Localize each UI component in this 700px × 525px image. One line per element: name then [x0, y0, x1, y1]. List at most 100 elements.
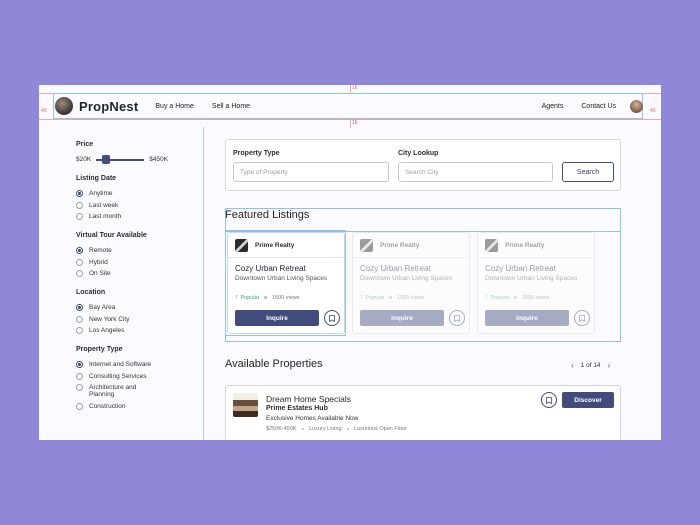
- popular-badge: Popular: [490, 294, 510, 301]
- radio-option[interactable]: Remote: [76, 247, 203, 254]
- radio-label: Architecture and Planning: [89, 384, 137, 398]
- radio-button[interactable]: [76, 213, 83, 220]
- page-indicator: 1 of 14: [580, 362, 601, 369]
- radio-button[interactable]: [76, 315, 83, 323]
- guide-bottom-gap: 16: [352, 120, 358, 126]
- price-slider[interactable]: [96, 154, 145, 164]
- property-type-title: Property Type: [76, 346, 123, 353]
- price-range: $20K $450K: [76, 154, 203, 164]
- card-title: Cozy Urban Retreat: [485, 264, 556, 273]
- radio-option[interactable]: Last week: [76, 201, 203, 209]
- chevron-left-icon[interactable]: ‹: [571, 361, 574, 370]
- card-title: Cozy Urban Retreat: [360, 264, 431, 273]
- radio-button[interactable]: [76, 201, 83, 209]
- radio-button[interactable]: [76, 361, 83, 368]
- price-range-tag: $250K-450K: [266, 426, 297, 432]
- radio-label: Consulting Services: [89, 372, 147, 380]
- bookmark-icon[interactable]: [574, 310, 590, 326]
- radio-button[interactable]: [76, 258, 83, 266]
- radio-option[interactable]: On Site: [76, 270, 203, 277]
- nav-buy-home[interactable]: Buy a Home: [155, 103, 194, 110]
- avatar-icon[interactable]: [630, 99, 643, 113]
- guide-tick-bottom: [350, 119, 351, 128]
- radio-option[interactable]: Internet and Software: [76, 361, 203, 368]
- radio-label: Los Angeles: [89, 327, 125, 334]
- feature-tag: Luxury Living: [309, 426, 342, 432]
- bookmark-icon[interactable]: [324, 310, 340, 326]
- guide-tick-top: [350, 85, 351, 93]
- bookmark-icon[interactable]: [449, 310, 465, 326]
- radio-label: Hybrid: [89, 258, 108, 266]
- radio-button[interactable]: [76, 402, 83, 410]
- arrow-up-icon: ↑: [485, 294, 489, 301]
- card-meta: ↑ Popular 1500 views: [485, 294, 550, 301]
- company-logo-icon: [485, 239, 498, 252]
- radio-option[interactable]: Bay Area: [76, 304, 203, 311]
- company-logo-icon: [360, 239, 373, 252]
- radio-button[interactable]: [76, 247, 83, 254]
- radio-option[interactable]: Architecture and Planning: [76, 384, 203, 398]
- inquire-button[interactable]: Inquire: [235, 310, 319, 326]
- radio-option[interactable]: Hybrid: [76, 258, 203, 266]
- radio-option[interactable]: Consulting Services: [76, 372, 203, 380]
- dot-separator: [301, 427, 305, 431]
- feature-tag: Luxurious Open Floor: [354, 426, 407, 432]
- radio-label: On Site: [89, 270, 111, 277]
- property-listing: Dream Home Specials Prime Estates Hub Ex…: [225, 385, 621, 440]
- radio-option[interactable]: Last month: [76, 213, 203, 220]
- radio-button[interactable]: [76, 372, 83, 380]
- listing-company: Prime Estates Hub: [266, 405, 328, 412]
- radio-option[interactable]: Anytime: [76, 190, 203, 197]
- card-subtitle: Downtown Urban Living Spaces: [485, 275, 578, 282]
- featured-card: Prime Realty Cozy Urban Retreat Downtown…: [227, 232, 345, 334]
- radio-button[interactable]: [76, 384, 83, 391]
- price-slider-handle[interactable]: [102, 154, 111, 164]
- radio-button[interactable]: [76, 270, 83, 277]
- view-count: 1500 views: [271, 294, 300, 301]
- property-type-label: Property Type: [233, 150, 280, 157]
- radio-option[interactable]: Construction: [76, 402, 203, 410]
- property-thumbnail: [233, 393, 258, 417]
- nav-contact-us[interactable]: Contact Us: [581, 103, 616, 110]
- card-subtitle: Downtown Urban Living Spaces: [235, 275, 328, 282]
- inquire-button[interactable]: Inquire: [360, 310, 444, 326]
- nav-agents[interactable]: Agents: [542, 103, 564, 110]
- radio-button[interactable]: [76, 304, 83, 311]
- bookmark-icon[interactable]: [541, 392, 557, 408]
- dot-separator: [346, 427, 350, 431]
- search-button[interactable]: Search: [562, 162, 614, 182]
- featured-title: Featured Listings: [225, 209, 310, 221]
- chevron-right-icon[interactable]: ›: [608, 361, 611, 370]
- popular-badge: Popular: [240, 294, 260, 301]
- inquire-button[interactable]: Inquire: [485, 310, 569, 326]
- discover-button[interactable]: Discover: [562, 392, 614, 408]
- price-min: $20K: [76, 156, 92, 163]
- view-count: 1500 views: [396, 294, 425, 301]
- radio-label: Last month: [89, 213, 122, 220]
- divider: [353, 257, 469, 258]
- app-frame: 16 16 40 40 PropNest Buy a Home Sell a H…: [39, 85, 661, 440]
- listing-title: Dream Home Specials: [266, 394, 352, 404]
- radio-label: Remote: [89, 247, 112, 254]
- brand-name[interactable]: PropNest: [79, 99, 138, 114]
- guide-right-gap: 40: [650, 108, 656, 114]
- radio-option[interactable]: Los Angeles: [76, 327, 203, 334]
- search-panel: Property Type Type of Property City Look…: [225, 139, 621, 191]
- nav-sell-home[interactable]: Sell a Home: [212, 103, 250, 110]
- radio-option[interactable]: New York City: [76, 315, 203, 323]
- radio-label: Last week: [89, 201, 119, 209]
- listing-meta: $250K-450K Luxury Living Luxurious Open …: [266, 426, 407, 432]
- top-navbar: PropNest Buy a Home Sell a Home Agents C…: [53, 93, 643, 119]
- dot-separator: [264, 296, 267, 299]
- city-search-input[interactable]: Search City: [398, 162, 553, 182]
- logo-icon[interactable]: [55, 97, 73, 115]
- divider: [228, 257, 344, 258]
- company-logo-icon: [235, 239, 248, 252]
- radio-button[interactable]: [76, 190, 83, 197]
- card-company: Prime Realty: [255, 242, 295, 249]
- price-title: Price: [76, 141, 94, 148]
- radio-button[interactable]: [76, 327, 83, 334]
- virtual-tour-title: Virtual Tour Available: [76, 232, 147, 239]
- arrow-up-icon: ↑: [360, 294, 364, 301]
- property-type-input[interactable]: Type of Property: [233, 162, 389, 182]
